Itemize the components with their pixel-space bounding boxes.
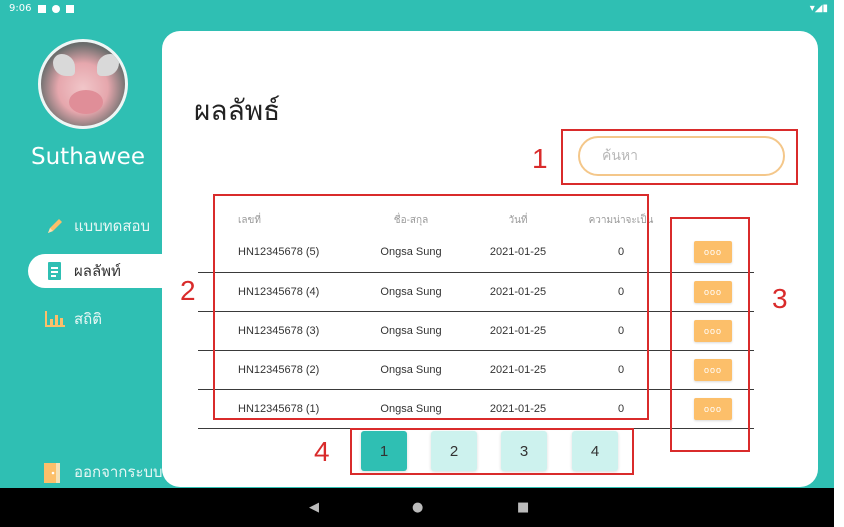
- annotation-number: 1: [532, 143, 548, 174]
- annotation-number: 4: [314, 436, 330, 467]
- home-icon[interactable]: ●: [412, 500, 423, 515]
- notification-icon: [52, 5, 60, 13]
- sidebar-item-label: ผลลัพท์: [74, 262, 121, 280]
- avatar: [38, 39, 128, 129]
- username: Suthawee: [31, 144, 145, 170]
- sd-card-icon: [66, 5, 74, 13]
- sidebar-item-label: สถิติ: [74, 310, 102, 328]
- back-icon[interactable]: ◀: [309, 500, 319, 515]
- document-icon: [44, 260, 66, 282]
- annotation-box-search: [561, 129, 798, 185]
- screen-edge: [834, 0, 844, 527]
- status-bar: 9:06 ▾◢▮: [0, 0, 834, 20]
- annotation-number: 2: [180, 275, 196, 306]
- door-exit-icon: [42, 461, 66, 483]
- pig-ear-icon: [53, 54, 75, 76]
- recents-icon[interactable]: ■: [517, 500, 529, 515]
- annotation-number: 3: [772, 283, 788, 314]
- bar-chart-icon: [44, 308, 66, 330]
- logout-button[interactable]: ออกจากระบบ: [42, 460, 163, 484]
- logout-label: ออกจากระบบ: [74, 463, 163, 481]
- system-nav-bar: ◀ ● ■: [0, 488, 834, 527]
- pig-ear-icon: [97, 54, 119, 76]
- sidebar-item-results[interactable]: ผลลัพท์: [28, 254, 166, 288]
- pig-snout-icon: [69, 90, 103, 114]
- status-time: 9:06: [9, 3, 32, 14]
- annotation-box-pagination: [350, 428, 634, 475]
- wifi-signal-battery-icon: ▾◢▮: [809, 3, 828, 14]
- sidebar-item-label: แบบทดสอบ: [74, 217, 151, 235]
- annotation-box-actions: [670, 217, 750, 452]
- annotation-box-table: [213, 194, 649, 420]
- app-screen: 9:06 ▾◢▮ Suthawee แบบทดสอบ ผลลัพท์ สถิติ…: [0, 0, 844, 527]
- sidebar-item-stats[interactable]: สถิติ: [28, 302, 168, 336]
- page-title: ผลลัพธ์: [194, 94, 281, 127]
- sidebar-item-test[interactable]: แบบทดสอบ: [28, 209, 168, 243]
- pencil-icon: [44, 215, 66, 237]
- notification-icon: [38, 5, 46, 13]
